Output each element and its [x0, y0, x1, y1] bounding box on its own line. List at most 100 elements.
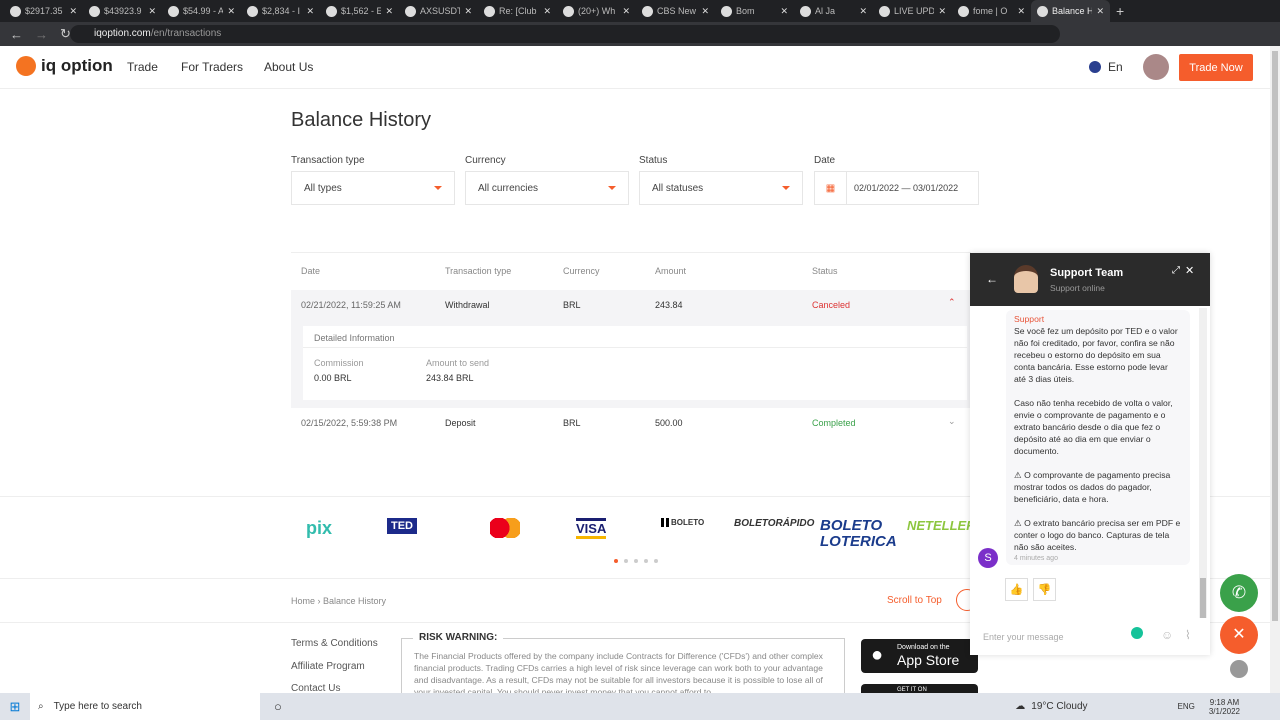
amount-to-send-value: 243.84 BRL: [426, 373, 474, 383]
back-icon[interactable]: ←: [10, 27, 23, 42]
weather-icon: ☁: [1015, 701, 1026, 712]
clock[interactable]: 9:18 AM 3/1/2022: [1209, 698, 1240, 716]
chat-scrollbar[interactable]: [1199, 308, 1207, 618]
risk-warning-box: The Financial Products offered by the co…: [401, 638, 845, 698]
close-tab-icon[interactable]: ✕: [385, 6, 393, 17]
taskbar-search[interactable]: ⌕ Type here to search: [30, 693, 260, 720]
chevron-up-icon[interactable]: ⌃: [948, 297, 956, 308]
transaction-type-select[interactable]: All types: [291, 171, 455, 205]
new-tab-button[interactable]: +: [1116, 3, 1124, 19]
browser-tab[interactable]: $1,562 - E ✕: [320, 0, 399, 22]
favicon-icon: [1037, 5, 1048, 17]
weather[interactable]: 19°C Cloudy: [1031, 701, 1087, 712]
close-chat-button[interactable]: ✕: [1220, 616, 1258, 654]
browser-tab[interactable]: CBS New ✕: [636, 0, 715, 22]
close-tab-icon[interactable]: ✕: [701, 6, 709, 17]
browser-tab[interactable]: fome | O ✕: [952, 0, 1031, 22]
browser-tab[interactable]: Bom ✕: [715, 0, 794, 22]
close-tab-icon[interactable]: ✕: [780, 6, 788, 17]
close-tab-icon[interactable]: ✕: [938, 6, 946, 17]
grammarly-icon: [1131, 627, 1143, 639]
close-tab-icon[interactable]: ✕: [1096, 6, 1104, 17]
chat-header: ← Support Team Support online ⤢ ✕: [970, 253, 1210, 306]
browser-tab[interactable]: Al Ja ✕: [794, 0, 873, 22]
commission-value: 0.00 BRL: [314, 373, 352, 383]
close-tab-icon[interactable]: ✕: [622, 6, 630, 17]
app-store-button[interactable]: ● Download on the App Store: [861, 639, 978, 673]
forward-icon[interactable]: →: [35, 27, 48, 42]
favicon-icon: [879, 5, 890, 17]
close-tab-icon[interactable]: ✕: [1017, 6, 1025, 17]
nav-for-traders[interactable]: For Traders: [181, 60, 243, 74]
mastercard-logo: [490, 518, 520, 538]
browser-tab[interactable]: $43923.9 ✕: [83, 0, 162, 22]
caret-down-icon: [782, 186, 790, 190]
browser-tab[interactable]: LIVE UPD ✕: [873, 0, 952, 22]
iq-option-logo[interactable]: iq option: [16, 56, 113, 76]
close-tab-icon[interactable]: ✕: [306, 6, 314, 17]
status-select[interactable]: All statuses: [639, 171, 803, 205]
table-row[interactable]: 02/15/2022, 5:59:38 PM Deposit BRL 500.0…: [291, 408, 971, 438]
avatar[interactable]: [1143, 54, 1169, 80]
windows-start-icon[interactable]: ⊞: [0, 699, 30, 715]
uk-flag-icon: [1089, 61, 1101, 73]
date-range-picker[interactable]: ▦ 02/01/2022 — 03/01/2022: [814, 171, 979, 205]
browser-tab[interactable]: Re: [Club ✕: [478, 0, 557, 22]
close-tab-icon[interactable]: ✕: [464, 6, 472, 17]
favicon-icon: [247, 5, 258, 17]
close-tab-icon[interactable]: ✕: [69, 6, 77, 17]
close-tab-icon[interactable]: ✕: [543, 6, 551, 17]
page-title: Balance History: [291, 109, 432, 131]
table-row[interactable]: 02/21/2022, 11:59:25 AM Withdrawal BRL 2…: [291, 290, 971, 320]
thumbs-down-button[interactable]: 👎: [1033, 578, 1056, 601]
emoji-icon[interactable]: ☺: [1161, 628, 1173, 642]
sender-avatar: S: [978, 548, 998, 568]
chevron-down-icon[interactable]: ⌄: [948, 416, 956, 427]
browser-tab[interactable]: (20+) Wh ✕: [557, 0, 636, 22]
close-tab-icon[interactable]: ✕: [227, 6, 235, 17]
windows-taskbar: ⊞ ⌕ Type here to search ○ ☁ 19°C Cloudy E…: [0, 693, 1280, 720]
browser-tab[interactable]: $2917.35 ✕: [4, 0, 83, 22]
currency-select[interactable]: All currencies: [465, 171, 629, 205]
column-header-type: Transaction type: [445, 266, 512, 276]
url-bar[interactable]: iqoption.com/en/transactions: [70, 25, 1060, 43]
language-selector[interactable]: En: [1108, 60, 1123, 74]
favicon-icon: [563, 5, 574, 17]
close-tab-icon[interactable]: ✕: [859, 6, 867, 17]
attachment-icon[interactable]: ⌇: [1185, 628, 1191, 642]
trade-now-button[interactable]: Trade Now: [1179, 54, 1253, 81]
filter-label: Date: [814, 155, 836, 166]
apple-icon: ●: [871, 644, 884, 666]
support-chat-window: ← Support Team Support online ⤢ ✕ Suppor…: [970, 253, 1210, 655]
filter-label: Transaction type: [291, 155, 365, 166]
thumbs-up-button[interactable]: 👍: [1005, 578, 1028, 601]
favicon-icon: [958, 5, 969, 17]
nav-trade[interactable]: Trade: [127, 60, 158, 74]
nav-about-us[interactable]: About Us: [264, 60, 313, 74]
expand-icon[interactable]: ⤢: [1172, 265, 1180, 276]
footer-link-affiliate[interactable]: Affiliate Program: [291, 661, 365, 672]
favicon-icon: [642, 5, 653, 17]
browser-tab[interactable]: $54.99 - A ✕: [162, 0, 241, 22]
favicon-icon: [800, 5, 811, 17]
favicon-icon: [89, 5, 100, 17]
close-icon[interactable]: ✕: [1185, 264, 1194, 277]
caret-down-icon: [608, 186, 616, 190]
carousel-dots[interactable]: [614, 559, 658, 563]
browser-tab[interactable]: $2,834 - I ✕: [241, 0, 320, 22]
task-view-icon[interactable]: ○: [274, 699, 282, 714]
browser-tab[interactable]: AXSUSDT ✕: [399, 0, 478, 22]
back-arrow-icon[interactable]: ←: [986, 272, 998, 286]
calendar-icon: ▦: [815, 172, 847, 204]
divider: [291, 252, 971, 253]
browser-tab[interactable]: Balance H ✕: [1031, 0, 1110, 22]
footer-link-terms[interactable]: Terms & Conditions: [291, 638, 378, 649]
breadcrumb: Home › Balance History: [291, 596, 387, 606]
scroll-to-top-link[interactable]: Scroll to Top: [887, 595, 942, 606]
close-tab-icon[interactable]: ✕: [148, 6, 156, 17]
phone-call-button[interactable]: ✆: [1220, 574, 1258, 612]
risk-warning-title: RISK WARNING:: [413, 632, 504, 644]
page-scrollbar[interactable]: [1270, 46, 1280, 693]
play-icon[interactable]: [1230, 660, 1248, 678]
message-input[interactable]: Enter your message: [983, 632, 1064, 642]
